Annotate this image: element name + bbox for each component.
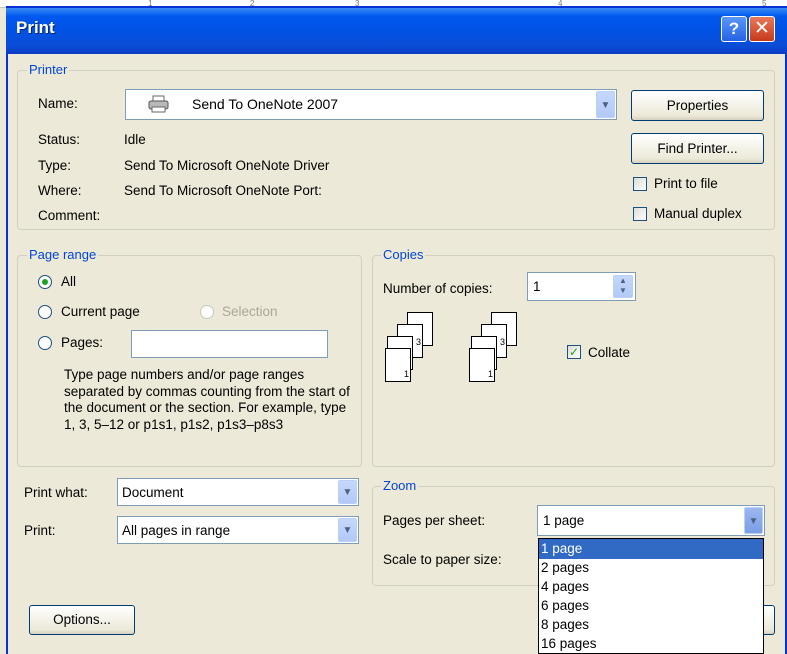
pages-per-sheet-label: Pages per sheet: (383, 513, 486, 528)
all-radio-label[interactable]: All (61, 274, 76, 289)
scale-to-paper-label: Scale to paper size: (383, 552, 502, 567)
selection-label: Selection (222, 304, 278, 319)
options-button[interactable]: Options... (29, 605, 135, 635)
status-label: Status: (38, 132, 81, 147)
copies-stepper[interactable]: 1 ▲ ▼ (527, 272, 636, 301)
print-what-select[interactable]: Document ▼ (117, 478, 359, 506)
print-to-file-checkbox[interactable] (633, 177, 647, 191)
chevron-down-icon[interactable]: ▼ (744, 507, 763, 534)
printer-name-select[interactable]: Send To OneNote 2007 ▼ (125, 89, 617, 120)
dropdown-option[interactable]: 8 pages (539, 615, 763, 635)
dropdown-option[interactable]: 1 page (539, 539, 763, 559)
page-range-legend: Page range (27, 247, 99, 262)
window-title: Print (16, 18, 55, 37)
chevron-down-icon[interactable]: ▼ (596, 91, 615, 118)
page-range-help-text: Type page numbers and/or page ranges sep… (64, 367, 350, 432)
manual-duplex-label[interactable]: Manual duplex (654, 206, 742, 221)
printer-legend: Printer (27, 62, 70, 77)
chevron-down-icon[interactable]: ▼ (338, 518, 357, 542)
find-printer-button[interactable]: Find Printer... (631, 133, 764, 164)
manual-duplex-checkbox[interactable] (633, 207, 647, 221)
help-button[interactable]: ? (721, 16, 747, 42)
copies-legend: Copies (381, 247, 426, 262)
title-bar (6, 8, 787, 54)
where-label: Where: (38, 183, 82, 198)
printer-name-label: Name: (38, 96, 78, 111)
current-page-radio[interactable] (38, 305, 52, 319)
type-label: Type: (38, 158, 72, 173)
print-label: Print: (24, 523, 56, 538)
copies-value: 1 (533, 279, 541, 294)
close-button[interactable]: ✕ (749, 16, 775, 42)
print-to-file-label[interactable]: Print to file (654, 176, 718, 191)
dropdown-option[interactable]: 2 pages (539, 558, 763, 578)
page-number: 1 (403, 369, 409, 379)
printer-icon (148, 95, 170, 113)
spin-arrows-icon[interactable]: ▲ ▼ (613, 275, 633, 298)
printer-name-value: Send To OneNote 2007 (192, 96, 339, 112)
pages-radio[interactable] (38, 336, 52, 350)
page-icon: 1 (469, 348, 495, 382)
collate-label[interactable]: Collate (588, 345, 630, 360)
type-value: Send To Microsoft OneNote Driver (124, 158, 330, 173)
print-select[interactable]: All pages in range ▼ (117, 516, 359, 544)
status-value: Idle (124, 132, 146, 147)
pages-input[interactable] (131, 330, 328, 358)
dropdown-option[interactable]: 6 pages (539, 596, 763, 616)
page-number: 3 (415, 337, 421, 347)
page-icon: 1 (385, 348, 411, 382)
dropdown-option[interactable]: 16 pages (539, 634, 763, 654)
print-what-value: Document (122, 485, 184, 500)
current-page-label[interactable]: Current page (61, 304, 140, 319)
pages-per-sheet-dropdown[interactable]: 1 page 2 pages 4 pages 6 pages 8 pages 1… (538, 538, 764, 654)
page-number: 3 (499, 337, 505, 347)
all-radio[interactable] (38, 275, 52, 289)
print-value: All pages in range (122, 523, 231, 538)
radio-selected-dot (42, 279, 48, 285)
comment-label: Comment: (38, 208, 101, 223)
selection-radio[interactable] (200, 305, 214, 319)
pages-label[interactable]: Pages: (61, 335, 103, 350)
pages-per-sheet-select[interactable]: 1 page ▼ (537, 505, 765, 536)
print-what-label: Print what: (24, 485, 88, 500)
where-value: Send To Microsoft OneNote Port: (124, 183, 322, 198)
number-of-copies-label: Number of copies: (383, 281, 493, 296)
dropdown-option[interactable]: 4 pages (539, 577, 763, 597)
pages-per-sheet-value: 1 page (543, 513, 585, 528)
properties-button[interactable]: Properties (631, 90, 764, 121)
chevron-down-icon[interactable]: ▼ (338, 480, 357, 504)
zoom-legend: Zoom (381, 478, 419, 493)
page-number: 1 (487, 369, 493, 379)
collate-checkbox[interactable]: ✓ (567, 345, 581, 359)
